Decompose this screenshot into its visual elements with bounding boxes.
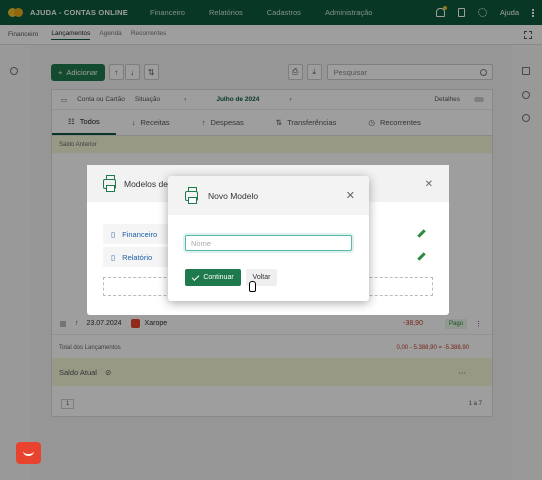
check-icon: [191, 272, 200, 281]
chat-widget-icon[interactable]: [16, 442, 41, 464]
hand-cursor-icon: [249, 281, 256, 292]
continue-button-label: Continuar: [203, 274, 234, 281]
close-icon[interactable]: ✕: [346, 189, 355, 202]
model-item-label: Financeiro: [122, 229, 158, 239]
file-icon: ▯: [111, 229, 116, 239]
new-model-dialog: Novo Modelo ✕ Continuar Voltar: [168, 176, 369, 301]
close-icon[interactable]: ✕: [425, 179, 433, 190]
printer-icon: [185, 186, 198, 204]
continue-button[interactable]: Continuar: [185, 269, 241, 286]
models-dialog-title: Modelos de: [124, 178, 168, 189]
new-model-dialog-title: Novo Modelo: [208, 190, 259, 201]
back-button-label: Voltar: [252, 274, 271, 281]
edit-icon[interactable]: [417, 229, 426, 238]
model-name-input[interactable]: [185, 235, 352, 251]
smile-icon: [23, 451, 34, 456]
model-item-label: Relatório: [122, 252, 153, 262]
file-icon: ▯: [111, 252, 116, 262]
edit-icon[interactable]: [417, 252, 426, 261]
printer-icon: [103, 174, 116, 192]
new-model-dialog-header: Novo Modelo: [168, 176, 369, 215]
